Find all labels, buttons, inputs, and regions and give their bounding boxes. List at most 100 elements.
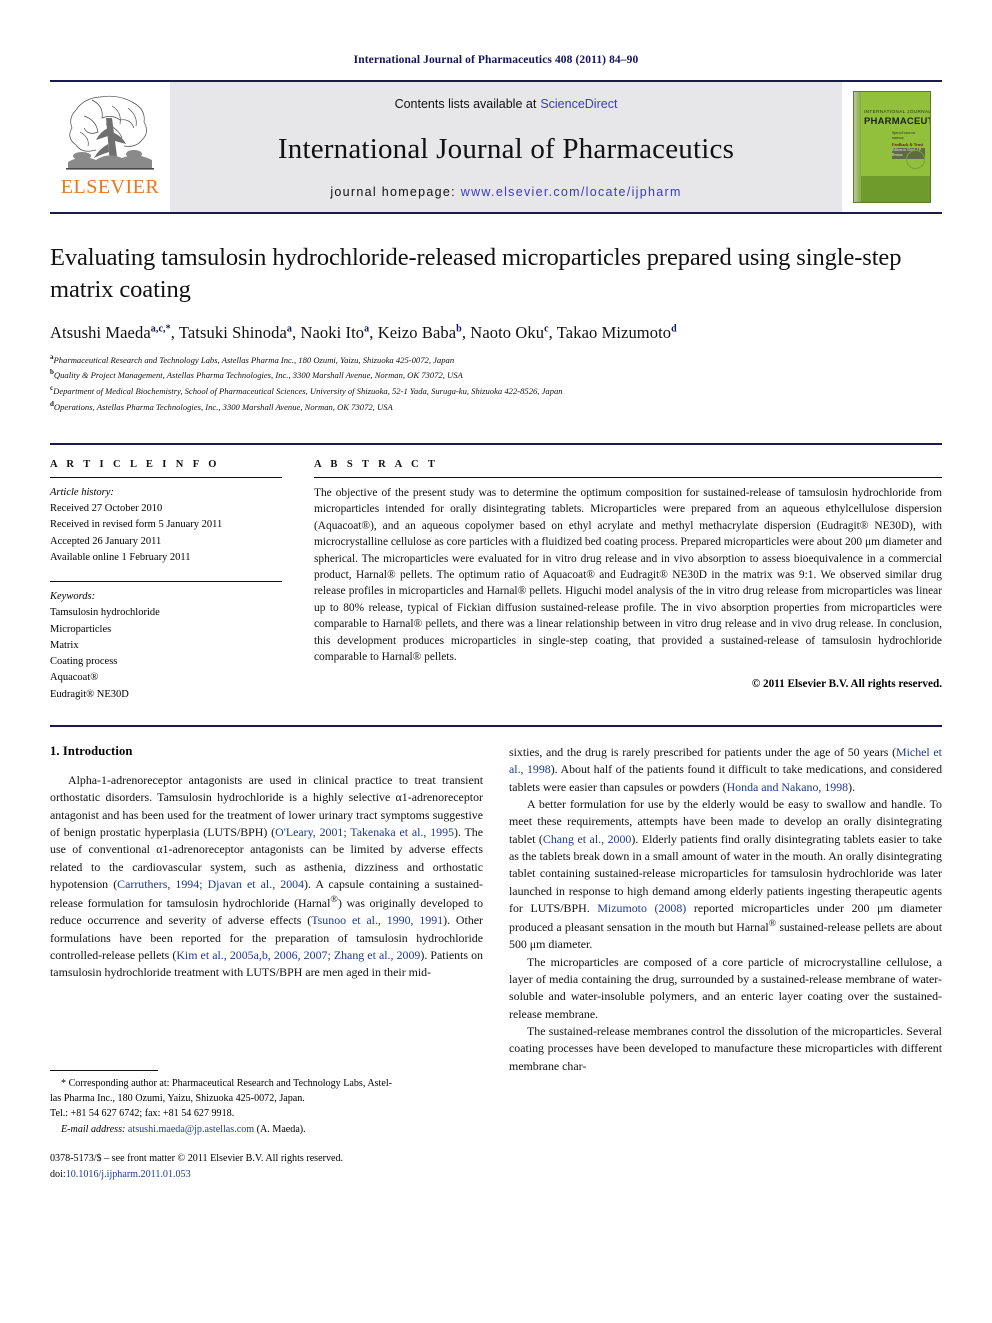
citation-link[interactable]: Mizumoto (2008) — [597, 901, 686, 915]
author-affil-mark: b — [456, 323, 462, 335]
body-left-column: 1. Introduction Alpha-1-adrenoreceptor a… — [50, 744, 483, 1182]
keyword-item: Matrix — [50, 639, 79, 651]
corresponding-author-note: * Corresponding author at: Pharmaceutica… — [50, 1077, 483, 1121]
body-columns: 1. Introduction Alpha-1-adrenoreceptor a… — [50, 744, 942, 1182]
article-history-label: Article history: — [50, 486, 114, 498]
author-affil-mark: a — [364, 323, 370, 335]
cover-circle-emblem — [906, 150, 925, 169]
contents-available-line: Contents lists available at ScienceDirec… — [395, 95, 618, 113]
intro-paragraph-right-2: A better formulation for use by the elde… — [509, 796, 943, 952]
keyword-item: Aquacoat® — [50, 672, 99, 684]
sciencedirect-banner: Contents lists available at ScienceDirec… — [170, 82, 842, 212]
citation-link[interactable]: Carruthers, 1994; Djavan et al., 2004 — [117, 877, 304, 891]
affiliation-text: Quality & Project Management, Astellas P… — [53, 370, 463, 381]
author-item: Keizo Babab — [377, 322, 462, 342]
citation-link[interactable]: Michel et al., 1998 — [509, 745, 942, 776]
doi-link[interactable]: 10.1016/j.ijpharm.2011.01.053 — [66, 1169, 191, 1180]
corresponding-line-1: * Corresponding author at: Pharmaceutica… — [61, 1077, 392, 1089]
citation-link[interactable]: Tsunoo et al., 1990, 1991 — [311, 913, 443, 927]
author-affil-mark: c — [544, 323, 549, 335]
sciencedirect-link[interactable]: ScienceDirect — [540, 97, 617, 111]
cover-image: INTERNATIONAL JOURNAL OF PHARMACEUTICS S… — [853, 91, 931, 203]
divider — [314, 476, 942, 478]
issn-block: 0378-5173/$ – see front matter © 2011 El… — [50, 1151, 483, 1181]
citation-link[interactable]: O'Leary, 2001; Takenaka et al., 1995 — [275, 825, 454, 839]
homepage-prefix: journal homepage: — [330, 185, 456, 199]
running-head: International Journal of Pharmaceutics 4… — [353, 54, 639, 66]
doi-label: doi: — [50, 1168, 66, 1180]
abstract-text: The objective of the present study was t… — [314, 486, 942, 664]
divider — [50, 581, 282, 583]
intro-paragraph-right-3: The microparticles are composed of a cor… — [509, 954, 942, 1021]
email-label: E-mail address: — [61, 1124, 126, 1136]
author-affil-mark: d — [671, 323, 677, 335]
introduction-heading: 1. Introduction — [50, 744, 133, 758]
keyword-item: Tamsulosin hydrochloride — [50, 607, 160, 619]
affiliation-text: Pharmaceutical Research and Technology L… — [53, 354, 455, 365]
cover-title: PHARMACEUTICS — [864, 116, 930, 127]
intro-paragraph-right-4: The sustained-release membranes control … — [509, 1023, 942, 1073]
body-right-column: sixties, and the drug is rarely prescrib… — [509, 744, 942, 1182]
history-item: Available online 1 February 2011 — [50, 551, 191, 563]
keyword-item: Coating process — [50, 656, 118, 668]
affiliation-item: cDepartment of Medical Biochemistry, Sch… — [50, 383, 942, 399]
author-item: Naoto Okuc — [470, 322, 549, 342]
abstract-column: A B S T R A C T The objective of the pre… — [314, 459, 942, 703]
email-line: E-mail address: atsushi.maeda@jp.astella… — [50, 1124, 483, 1135]
cover-spine — [854, 92, 861, 202]
affiliation-list: aPharmaceutical Research and Technology … — [50, 352, 942, 415]
intro-paragraph-left: Alpha-1-adrenoreceptor antagonists are u… — [50, 773, 484, 980]
corresponding-line-3: Tel.: +81 54 627 6742; fax: +81 54 627 9… — [50, 1107, 235, 1119]
journal-title: International Journal of Pharmaceutics — [277, 132, 735, 165]
affiliation-text: Department of Medical Biochemistry, Scho… — [53, 386, 563, 397]
author-item: Tatsuki Shinodaa — [178, 322, 293, 342]
homepage-url-link[interactable]: www.elsevier.com/locate/ijpharm — [461, 185, 682, 199]
abstract-heading: A B S T R A C T — [314, 458, 439, 470]
keyword-item: Microparticles — [50, 623, 112, 635]
cover-top-line: INTERNATIONAL JOURNAL OF — [864, 109, 931, 114]
elsevier-tree-icon — [66, 95, 154, 170]
corresponding-line-2: las Pharma Inc., 180 Ozumi, Yaizu, Shizu… — [50, 1092, 305, 1104]
affiliation-text: Operations, Astellas Pharma Technologies… — [53, 401, 393, 412]
cover-bottom-band — [861, 176, 930, 202]
contents-prefix: Contents lists available at — [394, 97, 537, 111]
cover-sub-a: Special issue on memory — [892, 131, 916, 141]
journal-masthead: ELSEVIER Contents lists available at Sci… — [50, 80, 942, 214]
copyright-line: © 2011 Elsevier B.V. All rights reserved… — [751, 678, 942, 691]
keywords-block: Keywords: Tamsulosin hydrochloride Micro… — [50, 581, 282, 703]
keyword-item: Eudragit® NE30D — [50, 688, 129, 700]
citation-link[interactable]: Chang et al., 2000 — [543, 832, 631, 846]
cover-sub-b: Feedback & Trust — [892, 141, 923, 147]
journal-homepage-line: journal homepage: www.elsevier.com/locat… — [330, 185, 681, 199]
elsevier-wordmark: ELSEVIER — [60, 176, 160, 198]
email-link[interactable]: atsushi.maeda@jp.astellas.com — [128, 1124, 254, 1135]
email-suffix: (A. Maeda). — [256, 1124, 306, 1136]
footnote-divider — [50, 1069, 158, 1071]
divider — [50, 476, 282, 478]
intro-paragraph-right-1: sixties, and the drug is rarely prescrib… — [509, 745, 943, 794]
affiliation-item: aPharmaceutical Research and Technology … — [50, 352, 942, 368]
affiliation-item: bQuality & Project Management, Astellas … — [50, 367, 942, 383]
article-info-column: A R T I C L E I N F O Article history: R… — [50, 459, 282, 703]
author-list: Atsushi Maedaa,c,*, Tatsuki Shinodaa, Na… — [50, 322, 677, 342]
footnote-block: * Corresponding author at: Pharmaceutica… — [50, 1069, 483, 1182]
history-item: Received in revised form 5 January 2011 — [50, 519, 223, 531]
history-item: Received 27 October 2010 — [50, 503, 163, 515]
keywords-label: Keywords: — [50, 591, 96, 603]
history-item: Accepted 26 January 2011 — [50, 535, 162, 547]
author-item: Atsushi Maedaa,c,* — [50, 322, 171, 342]
author-item: Naoki Itoa — [300, 322, 370, 342]
article-info-heading: A R T I C L E I N F O — [50, 458, 220, 470]
affiliation-item: dOperations, Astellas Pharma Technologie… — [50, 399, 942, 415]
info-abstract-section: A R T I C L E I N F O Article history: R… — [50, 442, 942, 703]
citation-link[interactable]: Honda and Nakano, 1998 — [727, 780, 849, 794]
page-title: Evaluating tamsulosin hydrochloride-rele… — [50, 244, 902, 303]
citation-link[interactable]: Kim et al., 2005a,b, 2006, 2007; Zhang e… — [176, 948, 420, 962]
author-affil-mark: a — [286, 323, 293, 335]
doi-line: doi:10.1016/j.ijpharm.2011.01.053 — [50, 1167, 483, 1182]
journal-article-page: International Journal of Pharmaceutics 4… — [0, 0, 992, 1323]
journal-cover-thumbnail: INTERNATIONAL JOURNAL OF PHARMACEUTICS S… — [842, 82, 942, 212]
issn-line: 0378-5173/$ – see front matter © 2011 El… — [50, 1153, 344, 1165]
author-item: Takao Mizumotod — [556, 322, 677, 342]
divider — [50, 725, 942, 727]
